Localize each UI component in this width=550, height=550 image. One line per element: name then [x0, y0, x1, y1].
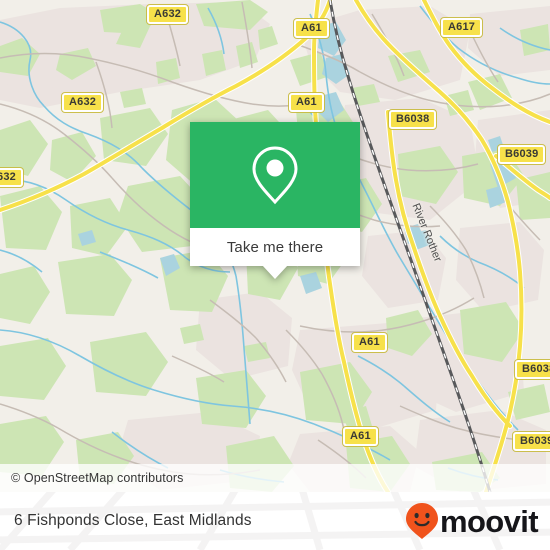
road-shield-a617: A617 [441, 18, 483, 37]
road-shield-b6038: B6038 [515, 360, 550, 379]
moovit-wordmark: moovit [439, 503, 539, 539]
moovit-brand[interactable]: moovit [405, 502, 550, 540]
road-shield-a61: A61 [352, 333, 387, 352]
road-shield-b6038: B6038 [389, 110, 437, 129]
map-attribution-bar: © OpenStreetMap contributors [0, 464, 550, 492]
road-shield-a632: A632 [147, 5, 189, 24]
road-shield-a61: A61 [294, 19, 329, 38]
card-action-bar[interactable]: Take me there [190, 228, 360, 279]
footer-bar: 6 Fishponds Close, East Midlands moovit [0, 492, 550, 550]
card-header [190, 122, 360, 228]
callout-pointer [262, 265, 288, 279]
road-shield-b6039: B6039 [498, 145, 546, 164]
moovit-smiley-pin-icon [405, 503, 438, 539]
road-shield-a632: A632 [62, 93, 104, 112]
road-shield-a61: A61 [343, 427, 378, 446]
road-shield-632: 632 [0, 168, 23, 187]
location-callout-card[interactable]: Take me there [190, 122, 360, 279]
attribution-text[interactable]: © OpenStreetMap contributors [0, 471, 184, 485]
take-me-there-label: Take me there [226, 238, 324, 256]
road-shield-b6039: B6039 [513, 432, 550, 451]
map-screenshot: A632 A632 632 A61 A61 A617 B6038 B6039 A61 A61 B60… [0, 0, 550, 550]
map-pin-icon [252, 146, 298, 205]
location-address: 6 Fishponds Close, East Midlands [14, 512, 252, 529]
road-shield-a61: A61 [289, 93, 324, 112]
